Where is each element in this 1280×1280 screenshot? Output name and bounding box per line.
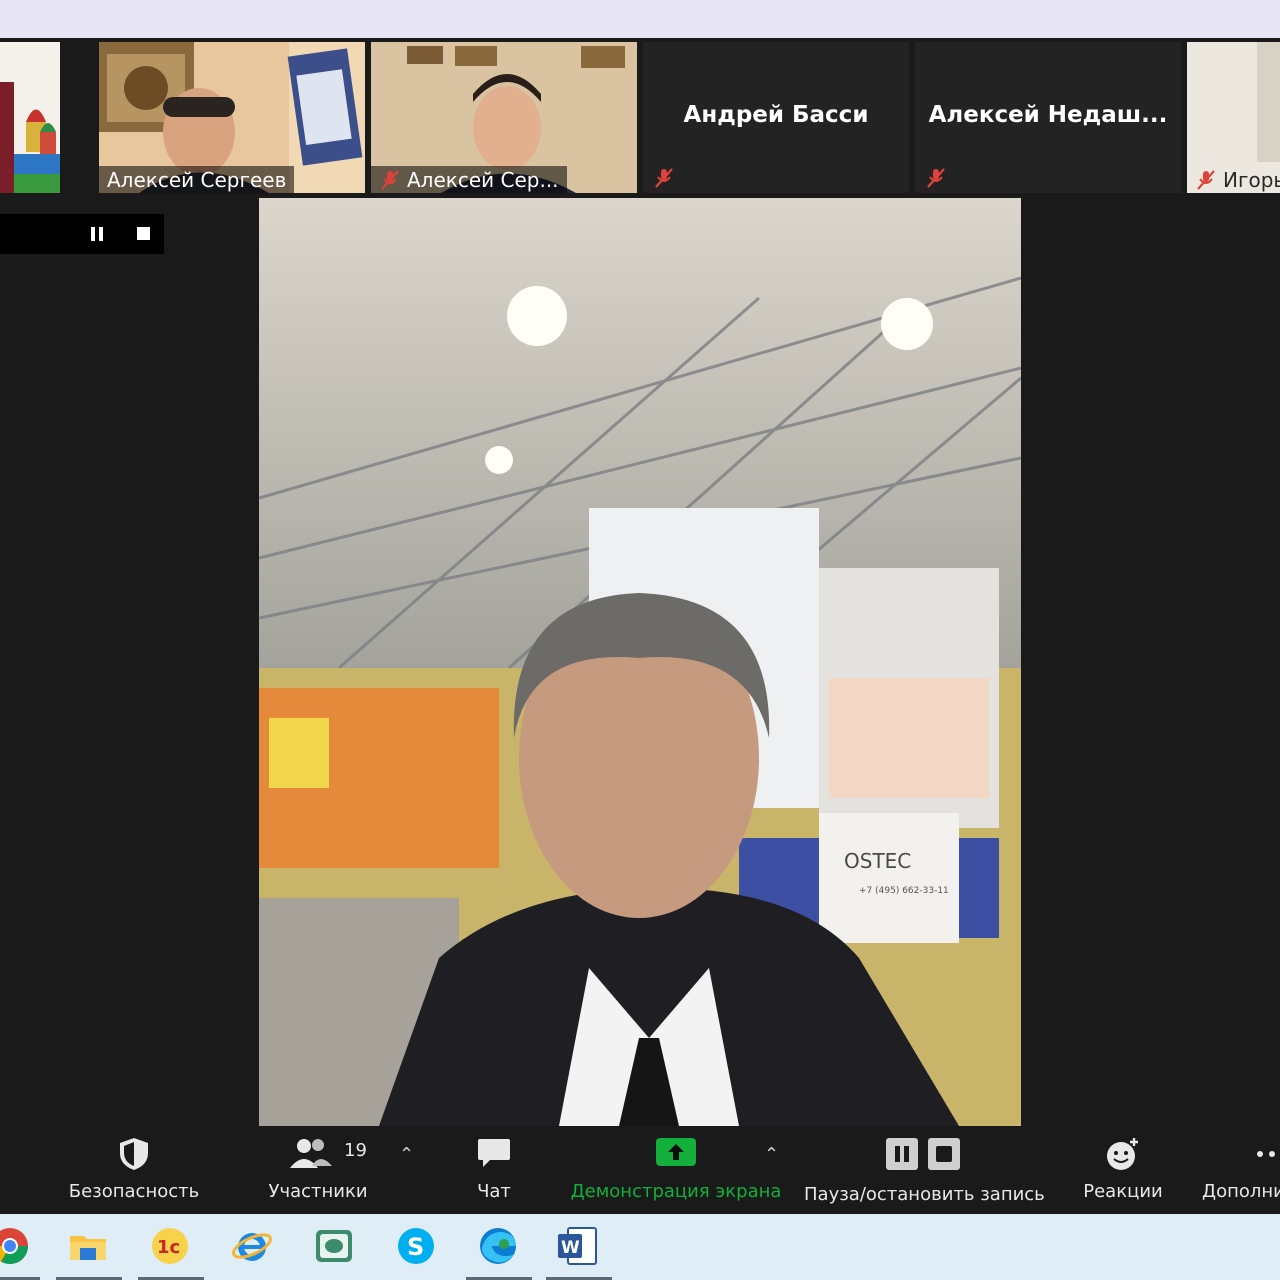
participant-tile-6[interactable]: Игорь xyxy=(1187,42,1280,193)
record-label: Пауза/остановить запись xyxy=(804,1184,1045,1205)
participant-tile-1[interactable] xyxy=(0,42,60,193)
edge-icon[interactable] xyxy=(476,1224,520,1268)
muted-mic-icon xyxy=(1197,169,1215,190)
windows-taskbar: 1c S W xyxy=(0,1214,1280,1280)
participant-tile-3[interactable]: Алексей Сер... xyxy=(371,42,637,193)
more-dots-icon xyxy=(1257,1151,1275,1157)
share-menu-chevron-icon[interactable]: ⌃ xyxy=(764,1144,779,1165)
share-screen-label: Демонстрация экрана xyxy=(570,1181,782,1202)
svg-text:W: W xyxy=(561,1238,580,1258)
svg-text:S: S xyxy=(407,1233,424,1261)
muted-mic-icon xyxy=(381,169,399,190)
window-top-strip xyxy=(0,0,1280,38)
participant-tile-4[interactable]: Андрей Басси xyxy=(643,42,909,193)
participant-6-name: Игорь xyxy=(1223,167,1280,192)
participant-2-nameplate: Алексей Сергеев xyxy=(99,166,295,193)
participant-tile-2[interactable]: Алексей Сергеев xyxy=(99,42,365,193)
stop-recording-icon[interactable] xyxy=(137,227,150,240)
word-icon[interactable]: W xyxy=(556,1224,600,1268)
reactions-label: Реакции xyxy=(1083,1181,1163,1202)
pause-recording-icon[interactable] xyxy=(90,226,104,242)
participant-4-name: Андрей Басси xyxy=(683,102,869,128)
more-button[interactable]: Дополни xyxy=(1196,1126,1280,1214)
participant-3-nameplate: Алексей Сер... xyxy=(371,166,567,193)
file-explorer-icon[interactable] xyxy=(66,1224,110,1268)
security-button[interactable]: Безопасность xyxy=(60,1126,208,1214)
share-screen-icon xyxy=(656,1138,696,1166)
chat-button[interactable]: Чат xyxy=(456,1126,532,1214)
security-label: Безопасность xyxy=(68,1181,200,1202)
more-label: Дополни xyxy=(1202,1181,1280,1202)
shield-icon xyxy=(120,1138,148,1170)
muted-mic-icon xyxy=(927,168,945,188)
chrome-icon[interactable] xyxy=(0,1224,32,1268)
participant-5-name: Алексей Недаш... xyxy=(928,102,1168,128)
screenshot-tool-icon[interactable] xyxy=(312,1224,356,1268)
meeting-toolbar: Безопасность 19 Участники ⌃ Чат Демонстр… xyxy=(0,1126,1280,1214)
internet-explorer-icon[interactable] xyxy=(230,1224,274,1268)
recording-indicator xyxy=(0,214,164,254)
reactions-icon xyxy=(1107,1138,1138,1170)
share-screen-button[interactable]: Демонстрация экрана xyxy=(566,1126,786,1214)
reactions-button[interactable]: Реакции xyxy=(1078,1126,1168,1214)
active-speaker-video: OSTEC +7 (495) 662-33-11 xyxy=(259,198,1021,1126)
speaker-video-frame: OSTEC +7 (495) 662-33-11 xyxy=(259,198,1021,1126)
chat-label: Чат xyxy=(477,1181,511,1202)
chat-icon xyxy=(478,1139,510,1167)
participants-icon xyxy=(289,1139,332,1168)
participant-3-name: Алексей Сер... xyxy=(407,167,559,192)
participant-1-video xyxy=(0,42,60,193)
participants-label: Участники xyxy=(268,1181,368,1202)
participants-button[interactable]: 19 Участники xyxy=(258,1126,378,1214)
participant-tile-5[interactable]: Алексей Недаш... xyxy=(915,42,1181,193)
muted-mic-icon xyxy=(655,168,673,188)
participants-count: 19 xyxy=(344,1140,367,1161)
participants-menu-chevron-icon[interactable]: ⌃ xyxy=(399,1144,414,1165)
skype-icon[interactable]: S xyxy=(394,1224,438,1268)
participant-gallery: Алексей Сергеев Алексей Сер... Андрей Ба… xyxy=(0,38,1280,195)
1c-icon[interactable]: 1c xyxy=(148,1224,192,1268)
booth-phone: +7 (495) 662-33-11 xyxy=(859,886,949,896)
pause-stop-recording-button[interactable]: Пауза/остановить запись xyxy=(804,1126,1045,1214)
pause-stop-record-icons xyxy=(886,1138,960,1170)
participant-2-name: Алексей Сергеев xyxy=(107,167,287,192)
booth-logo: OSTEC xyxy=(844,849,911,873)
svg-text:1c: 1c xyxy=(157,1237,180,1258)
participant-6-nameplate: Игорь xyxy=(1187,166,1280,193)
